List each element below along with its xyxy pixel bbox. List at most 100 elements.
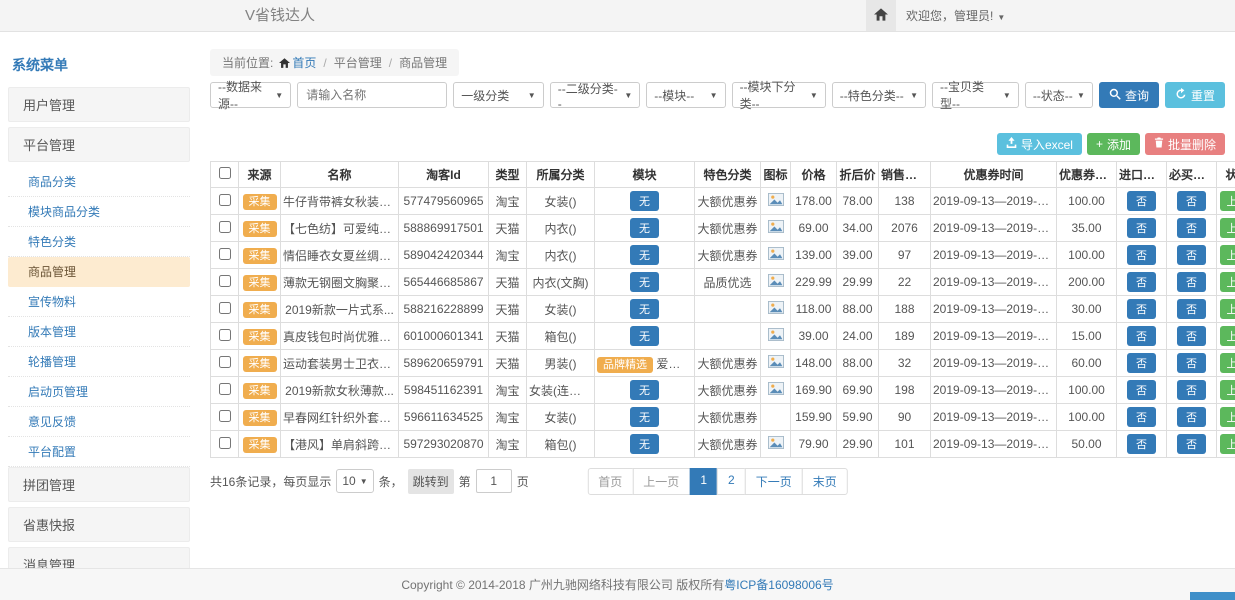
- row-checkbox[interactable]: [219, 275, 231, 287]
- sidebar-item[interactable]: 模块商品分类: [8, 197, 190, 227]
- select-all-checkbox[interactable]: [219, 167, 231, 179]
- module-badge[interactable]: 无: [630, 191, 659, 211]
- must-buy-toggle[interactable]: 否: [1177, 353, 1206, 373]
- item-type-select[interactable]: --宝贝类型--▼: [932, 82, 1019, 108]
- sidebar-item[interactable]: 轮播管理: [8, 347, 190, 377]
- user-menu[interactable]: 欢迎您，管理员!▼: [906, 0, 1005, 34]
- sidebar-item[interactable]: 版本管理: [8, 317, 190, 347]
- status-select[interactable]: --状态--▼: [1025, 82, 1093, 108]
- row-checkbox[interactable]: [219, 248, 231, 260]
- module-badge[interactable]: 无: [630, 272, 659, 292]
- search-button[interactable]: 查询: [1099, 82, 1159, 108]
- sidebar-item[interactable]: 特色分类: [8, 227, 190, 257]
- import-select-toggle[interactable]: 否: [1127, 353, 1156, 373]
- sidebar-item[interactable]: 商品管理: [8, 257, 190, 287]
- import-select-toggle[interactable]: 否: [1127, 407, 1156, 427]
- module-subcategory-select[interactable]: --模块下分类--▼: [732, 82, 826, 108]
- status-toggle[interactable]: 上架: [1220, 380, 1235, 400]
- import-select-toggle[interactable]: 否: [1127, 434, 1156, 454]
- status-toggle[interactable]: 上架: [1220, 434, 1235, 454]
- pager-button[interactable]: 2: [717, 468, 746, 495]
- add-button[interactable]: + 添加: [1087, 133, 1140, 155]
- row-checkbox[interactable]: [219, 329, 231, 341]
- module-badge[interactable]: 品牌精选: [597, 357, 653, 373]
- jump-page-input[interactable]: [476, 469, 512, 493]
- module-badge[interactable]: 无: [630, 407, 659, 427]
- row-checkbox[interactable]: [219, 302, 231, 314]
- must-buy-toggle[interactable]: 否: [1177, 434, 1206, 454]
- must-buy-toggle[interactable]: 否: [1177, 380, 1206, 400]
- row-checkbox[interactable]: [219, 194, 231, 206]
- import-select-toggle[interactable]: 否: [1127, 380, 1156, 400]
- pager-button[interactable]: 上一页: [632, 468, 690, 495]
- row-select-cell: [211, 296, 239, 323]
- icp-link[interactable]: 粤ICP备16098006号: [724, 576, 833, 593]
- sidebar-item[interactable]: 平台管理: [8, 127, 190, 162]
- module-badge[interactable]: 无: [630, 299, 659, 319]
- module-badge[interactable]: 无: [630, 380, 659, 400]
- status-toggle[interactable]: 上架: [1220, 299, 1235, 319]
- module-select[interactable]: --模块--▼: [646, 82, 725, 108]
- status-toggle[interactable]: 上架: [1220, 326, 1235, 346]
- back-to-top-button[interactable]: [1190, 592, 1235, 600]
- import-excel-button[interactable]: 导入excel: [997, 133, 1082, 155]
- import-select-toggle[interactable]: 否: [1127, 272, 1156, 292]
- must-buy-toggle[interactable]: 否: [1177, 191, 1206, 211]
- sidebar-item[interactable]: 用户管理: [8, 87, 190, 122]
- row-checkbox[interactable]: [219, 383, 231, 395]
- module-badge[interactable]: 无: [630, 434, 659, 454]
- status-toggle[interactable]: 上架: [1220, 191, 1235, 211]
- data-source-select[interactable]: --数据来源--▼: [210, 82, 291, 108]
- import-select-toggle[interactable]: 否: [1127, 191, 1156, 211]
- sidebar-item[interactable]: 平台配置: [8, 437, 190, 467]
- pager-button[interactable]: 1: [689, 468, 718, 495]
- import-select-toggle[interactable]: 否: [1127, 218, 1156, 238]
- row-checkbox[interactable]: [219, 221, 231, 233]
- import-select-toggle[interactable]: 否: [1127, 326, 1156, 346]
- jump-button[interactable]: 跳转到: [408, 469, 454, 494]
- sidebar-item[interactable]: 拼团管理: [8, 467, 190, 502]
- feature-category-select[interactable]: --特色分类--▼: [832, 82, 926, 108]
- sidebar-item[interactable]: 商品分类: [8, 167, 190, 197]
- sidebar-item[interactable]: 宣传物料: [8, 287, 190, 317]
- name-search-input[interactable]: [297, 82, 447, 108]
- taoke-id-cell: 597293020870: [399, 431, 489, 458]
- must-buy-toggle[interactable]: 否: [1177, 299, 1206, 319]
- must-buy-toggle[interactable]: 否: [1177, 407, 1206, 427]
- pager-button[interactable]: 首页: [587, 468, 633, 495]
- must-buy-toggle[interactable]: 否: [1177, 218, 1206, 238]
- import-select-toggle[interactable]: 否: [1127, 245, 1156, 265]
- name-cell: 【七色纺】可爱纯棉家...: [281, 215, 399, 242]
- coupon-amount-cell: 100.00: [1057, 377, 1117, 404]
- module-badge[interactable]: 无: [630, 218, 659, 238]
- sidebar-item[interactable]: 消息管理: [8, 547, 190, 568]
- import-select-toggle[interactable]: 否: [1127, 299, 1156, 319]
- status-toggle[interactable]: 上架: [1220, 272, 1235, 292]
- row-checkbox[interactable]: [219, 410, 231, 422]
- row-checkbox[interactable]: [219, 356, 231, 368]
- status-toggle[interactable]: 上架: [1220, 245, 1235, 265]
- feature-cell: 大额优惠券: [695, 350, 761, 377]
- page-size-select[interactable]: 10▼: [336, 469, 373, 493]
- must-buy-toggle[interactable]: 否: [1177, 326, 1206, 346]
- status-toggle[interactable]: 上架: [1220, 353, 1235, 373]
- sidebar-item[interactable]: 意见反馈: [8, 407, 190, 437]
- status-toggle[interactable]: 上架: [1220, 407, 1235, 427]
- reset-button[interactable]: 重置: [1165, 82, 1225, 108]
- home-button[interactable]: [866, 0, 896, 31]
- must-buy-toggle[interactable]: 否: [1177, 272, 1206, 292]
- status-toggle[interactable]: 上架: [1220, 218, 1235, 238]
- sidebar-item[interactable]: 启动页管理: [8, 377, 190, 407]
- sidebar-item[interactable]: 省惠快报: [8, 507, 190, 542]
- batch-delete-button[interactable]: 批量删除: [1145, 133, 1225, 155]
- module-badge[interactable]: 无: [630, 245, 659, 265]
- level1-category-select[interactable]: 一级分类▼: [453, 82, 544, 108]
- pager-button[interactable]: 下一页: [745, 468, 803, 495]
- breadcrumb-home-link[interactable]: 首页: [292, 56, 316, 70]
- type-cell: 天猫: [489, 296, 527, 323]
- level2-category-select[interactable]: --二级分类--▼: [550, 82, 641, 108]
- must-buy-toggle[interactable]: 否: [1177, 245, 1206, 265]
- module-badge[interactable]: 无: [630, 326, 659, 346]
- row-checkbox[interactable]: [219, 437, 231, 449]
- pager-button[interactable]: 末页: [802, 468, 848, 495]
